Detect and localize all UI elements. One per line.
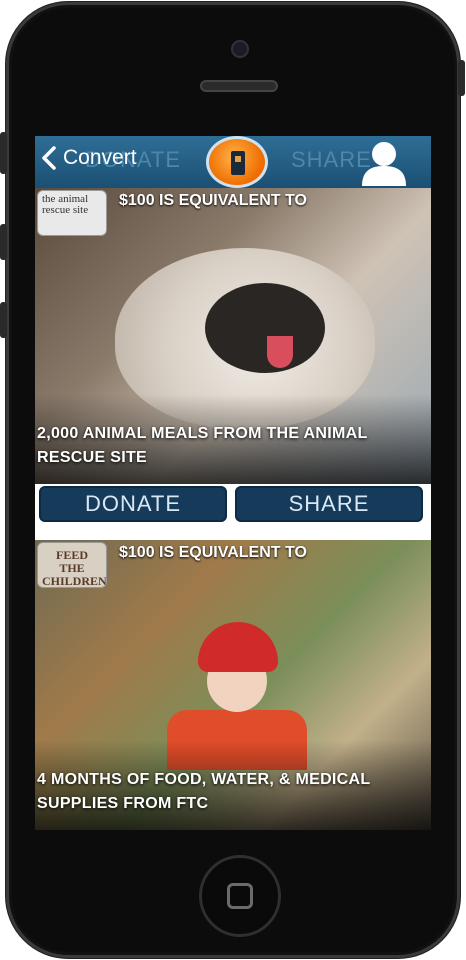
cause-card-animal-rescue[interactable]: the animal rescue site $100 IS EQUIVALEN…	[35, 188, 431, 484]
cause-card-feed-the-children[interactable]: FEED THE CHILDREN $100 IS EQUIVALENT TO …	[35, 540, 431, 830]
child-hat	[198, 622, 278, 672]
top-nav-bar: DONATE SHARE Convert	[35, 136, 431, 188]
front-camera	[231, 40, 249, 58]
card-headline: $100 IS EQUIVALENT TO	[119, 192, 307, 209]
card-caption: 4 MONTHS OF FOOD, WATER, & MEDICAL SUPPL…	[37, 771, 371, 812]
dog-face	[205, 283, 325, 373]
power-button	[458, 60, 465, 96]
volume-down-button	[0, 302, 7, 338]
app-logo-icon[interactable]	[206, 136, 268, 188]
back-chevron-icon	[42, 146, 56, 170]
mute-switch	[0, 132, 7, 174]
donate-button[interactable]: DONATE	[39, 486, 227, 522]
action-bar: DONATE SHARE	[35, 484, 431, 540]
share-button[interactable]: SHARE	[235, 486, 423, 522]
animal-rescue-logo: the animal rescue site	[37, 190, 107, 236]
app-screen: DONATE SHARE Convert the animal rescue s…	[35, 136, 431, 830]
volume-up-button	[0, 224, 7, 260]
feed-the-children-logo: FEED THE CHILDREN	[37, 542, 107, 588]
card-headline: $100 IS EQUIVALENT TO	[119, 544, 307, 561]
home-button-icon	[227, 883, 253, 909]
back-button[interactable]: Convert	[41, 146, 137, 170]
home-button[interactable]	[199, 855, 281, 937]
card-caption: 2,000 ANIMAL MEALS FROM THE ANIMAL RESCU…	[37, 425, 368, 466]
earpiece-speaker	[200, 80, 278, 92]
dog-tongue	[267, 336, 293, 368]
back-label: Convert	[63, 146, 137, 169]
logo-mark	[231, 151, 245, 175]
profile-icon[interactable]	[358, 138, 410, 186]
